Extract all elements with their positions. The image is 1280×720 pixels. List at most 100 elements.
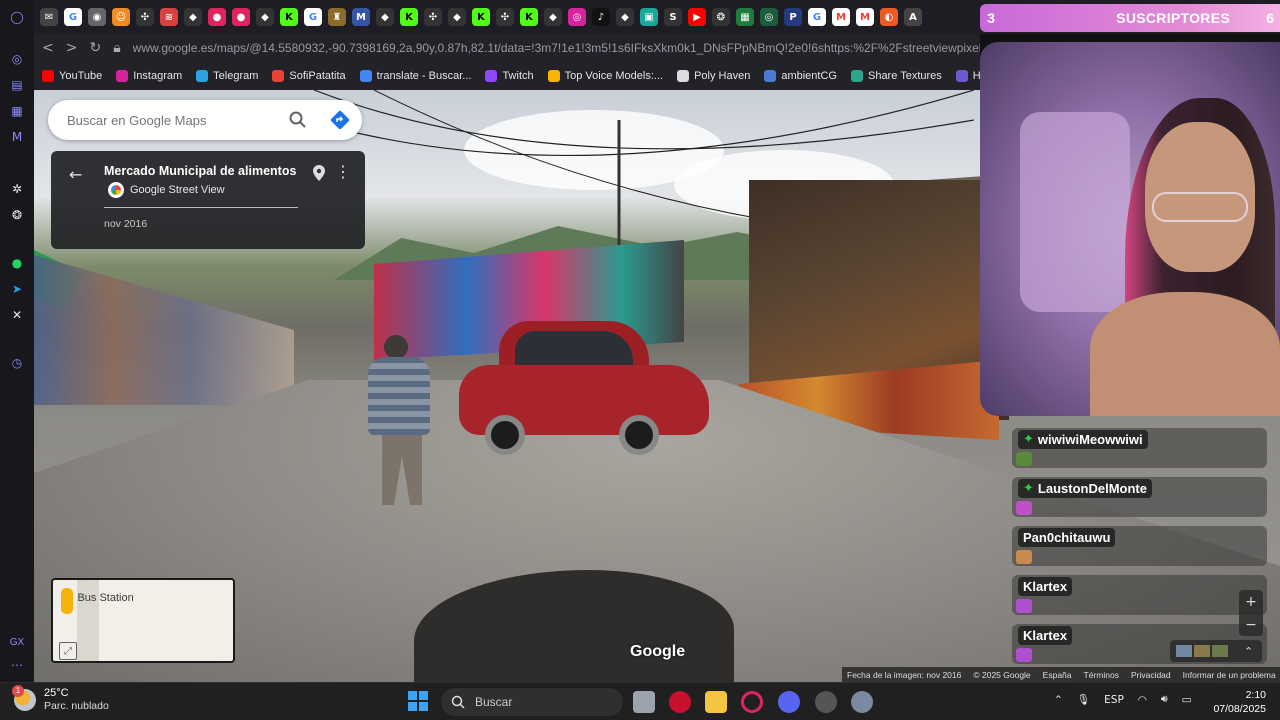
more-vert-icon[interactable]: ⋮ [335,162,351,181]
clock[interactable]: 2:10 07/08/2025 [1210,688,1266,716]
terms-link[interactable]: Términos [1084,670,1119,680]
chevron-up-icon[interactable]: ⌃ [1244,645,1253,658]
windows-start-icon[interactable] [408,691,428,711]
gx-icon[interactable]: GX [10,637,24,648]
tab-instagram-icon[interactable]: ◎ [568,8,586,26]
x-icon[interactable]: ✕ [8,306,26,324]
tab-mail-icon[interactable]: ✉ [40,8,58,26]
maps-search-box[interactable]: Buscar en Google Maps [48,100,362,140]
whatsapp-icon[interactable]: ● [8,254,26,272]
tab-s-icon[interactable]: S [664,8,682,26]
tab-diamond-icon[interactable]: ◆ [544,8,562,26]
bookmark-item[interactable]: Telegram [196,70,258,82]
obs-icon[interactable] [815,691,837,713]
taskbar-search[interactable]: Buscar [441,688,623,716]
tab-openai-icon[interactable]: ❂ [712,8,730,26]
aria-icon[interactable]: ◎ [8,50,26,68]
tab-drop-icon[interactable]: ◆ [376,8,394,26]
chat-username[interactable]: Klartex [1018,577,1073,596]
place-title[interactable]: Mercado Municipal de alimentos [104,164,296,178]
zoom-out-icon[interactable]: − [1245,617,1257,633]
bookmark-item[interactable]: YouTube [42,70,102,82]
layers-strip[interactable]: ⌃ [1170,640,1262,662]
tab-kick-icon[interactable]: K [280,8,298,26]
layer-thumb[interactable] [1176,645,1192,657]
bookmark-item[interactable]: Poly Haven [677,70,750,82]
lock-icon[interactable]: 🔒︎ [113,40,120,56]
bookmark-item[interactable]: translate - Buscar... [359,70,471,82]
weather-widget[interactable]: 1 25°C Parc. nublado [12,685,109,713]
opera-logo-icon[interactable]: ◯ [8,8,26,26]
back-arrow-icon[interactable]: ← [69,165,82,184]
layer-thumb[interactable] [1212,645,1228,657]
task-view-icon[interactable] [633,691,655,713]
tab-flag-icon[interactable]: ≋ [160,8,178,26]
bookmark-item[interactable]: Twitch [485,70,534,82]
chatgpt-icon[interactable]: ✲ [8,180,26,198]
directions-icon[interactable] [330,110,350,130]
bookmark-item[interactable]: Ha [955,70,980,82]
tab-circle-icon[interactable]: ◎ [760,8,778,26]
tab-pinwheel-icon[interactable]: ✣ [424,8,442,26]
tab-google-icon[interactable]: G [64,8,82,26]
more-icon[interactable]: ⋯ [11,658,23,672]
opera-gx-app-icon[interactable] [669,691,691,713]
bookmark-item[interactable]: ambientCG [764,70,837,82]
tab-pinwheel-icon[interactable]: ✣ [136,8,154,26]
bookmark-item[interactable]: SofiPatatita [272,70,346,82]
tab-gmail-icon[interactable]: M [832,8,850,26]
capture-date[interactable]: nov 2016 [104,218,147,230]
tab-google-icon[interactable]: G [304,8,322,26]
tab-face-icon[interactable]: ☺ [112,8,130,26]
bookmark-item[interactable]: Instagram [116,70,182,82]
battery-icon[interactable]: ▭ [1182,694,1192,706]
layer-thumb[interactable] [1194,645,1210,657]
pin-icon[interactable] [313,165,325,181]
tab-tiktok-icon[interactable]: ♪ [592,8,610,26]
forward-icon[interactable]: > [66,40,78,56]
tab-diamond-icon[interactable]: ◆ [448,8,466,26]
mini-map[interactable]: Bus Station ⤢ [51,578,235,663]
tab-square-icon[interactable]: ▣ [640,8,658,26]
tab-shield-icon[interactable]: ♜ [328,8,346,26]
chat-username[interactable]: Pan0chitauwu [1018,528,1116,547]
opera-app-icon[interactable] [741,691,763,713]
tab-m-icon[interactable]: M [352,8,370,26]
search-icon[interactable] [288,110,308,130]
discord-icon[interactable] [778,691,800,713]
tab-diamond-icon[interactable]: ◆ [256,8,274,26]
tab-a-icon[interactable]: A [904,8,922,26]
language-indicator[interactable]: ESP [1104,694,1124,706]
tab-kick-icon[interactable]: K [472,8,490,26]
tray-overflow-icon[interactable]: ⌃ [1054,694,1063,706]
workspace-icon[interactable]: ▤ [8,76,26,94]
extension-icon[interactable]: ▦ [8,102,26,120]
tab-gmail-icon[interactable]: M [856,8,874,26]
wifi-icon[interactable]: ◠ [1138,694,1147,706]
tab-record-icon[interactable]: ● [208,8,226,26]
back-icon[interactable]: < [42,40,54,56]
tab-orange-icon[interactable]: ◐ [880,8,898,26]
url-field[interactable]: www.google.es/maps/@14.5580932,-90.73981… [133,41,980,55]
history-icon[interactable]: ◷ [8,354,26,372]
microphone-icon[interactable]: 🎙︎ [1077,693,1090,706]
zoom-in-icon[interactable]: + [1245,594,1257,610]
chat-username[interactable]: Klartex [1018,626,1073,645]
chat-username[interactable]: ✦ LaustonDelMonte [1018,479,1152,498]
privacy-link[interactable]: Privacidad [1131,670,1171,680]
country-link[interactable]: España [1043,670,1072,680]
expand-icon[interactable]: ⤢ [59,642,77,660]
tab-youtube-icon[interactable]: ▶ [688,8,706,26]
file-explorer-icon[interactable] [705,691,727,713]
telegram-icon[interactable]: ➤ [8,280,26,298]
tab-kick-icon[interactable]: K [400,8,418,26]
bookmark-item[interactable]: Top Voice Models:... [547,70,663,82]
pegman-icon[interactable] [61,588,73,614]
bookmark-item[interactable]: Share Textures [850,70,942,82]
tab-pinwheel-icon[interactable]: ✣ [496,8,514,26]
search-input[interactable]: Buscar en Google Maps [67,113,288,128]
chat-username[interactable]: ✦ wiwiwiMeowwiwi [1018,430,1148,449]
tab-circle-icon[interactable]: ◉ [88,8,106,26]
tab-drop-icon[interactable]: ◆ [616,8,634,26]
mail-icon[interactable]: M [8,128,26,146]
